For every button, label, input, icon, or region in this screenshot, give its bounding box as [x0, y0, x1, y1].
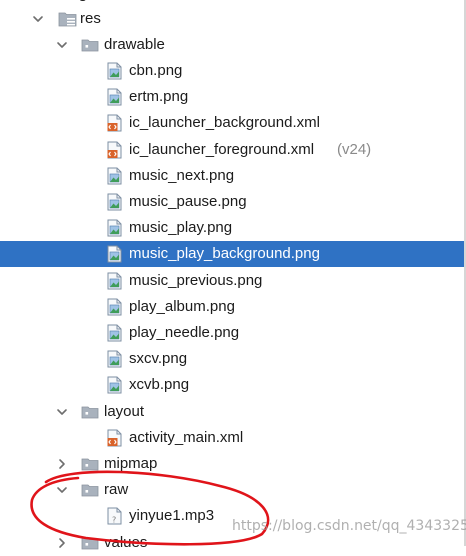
image-file-icon [107, 376, 122, 394]
tree-folder-mipmap[interactable]: mipmap [0, 451, 464, 477]
tree-file-item[interactable]: xcvb.png [0, 372, 464, 398]
file-label: music_previous.png [129, 271, 263, 289]
image-file-icon [107, 298, 122, 316]
chevron-down-icon[interactable] [56, 39, 68, 51]
tree-file-item[interactable]: play_needle.png [0, 320, 464, 346]
folder-label: res [80, 9, 101, 27]
tree-file-item[interactable]: ic_launcher_foreground.xml (v24) [0, 137, 464, 163]
file-label: music_play_background.png [129, 245, 320, 263]
tree-file-item[interactable]: ic_launcher_background.xml [0, 110, 464, 136]
tree-file-item[interactable]: ertm.png [0, 84, 464, 110]
file-label: music_next.png [129, 166, 235, 184]
image-file-icon [107, 88, 122, 106]
image-file-icon [107, 245, 122, 263]
svg-text:?: ? [112, 516, 116, 525]
chevron-right-icon[interactable] [56, 458, 68, 470]
file-label: ic_launcher_background.xml [129, 114, 320, 132]
xml-file-icon [107, 114, 122, 132]
folder-label: mipmap [104, 454, 158, 472]
tree-file-item[interactable]: activity_main.xml [0, 425, 464, 451]
watermark: https://blog.csdn.net/qq_43433255 [232, 518, 466, 534]
file-label: play_needle.png [129, 323, 240, 341]
tree-folder-layout[interactable]: layout [0, 399, 464, 425]
tree-file-item[interactable]: music_play.png [0, 215, 464, 241]
unknown-file-icon: ? [107, 507, 122, 525]
file-label: music_play.png [129, 219, 233, 237]
folder-icon [81, 405, 99, 419]
chevron-right-icon[interactable] [56, 537, 68, 549]
tree-file-item[interactable]: music_next.png [0, 163, 464, 189]
file-label: ertm.png [129, 88, 189, 106]
tree-file-item[interactable]: music_previous.png [0, 268, 464, 294]
folder-label: raw [104, 481, 129, 499]
tree-folder-res[interactable]: res [0, 6, 464, 32]
tree-file-item[interactable]: music_pause.png [0, 189, 464, 215]
chevron-down-icon[interactable] [56, 406, 68, 418]
file-label: music_pause.png [129, 192, 247, 210]
clipped-tree-item: s [79, 0, 87, 5]
folder-icon [81, 457, 99, 471]
file-label: sxcv.png [129, 350, 188, 368]
tree-file-item[interactable]: sxcv.png [0, 346, 464, 372]
image-file-icon [107, 272, 122, 290]
file-label: cbn.png [129, 61, 183, 79]
folder-icon [81, 38, 99, 52]
file-label: activity_main.xml [129, 428, 244, 446]
image-file-icon [107, 62, 122, 80]
image-file-icon [107, 219, 122, 237]
xml-file-icon [107, 429, 122, 447]
image-file-icon [107, 167, 122, 185]
tree-file-item[interactable]: cbn.png [0, 58, 464, 84]
folder-icon [81, 483, 99, 497]
chevron-down-icon[interactable] [56, 484, 68, 496]
tree-file-item[interactable]: play_album.png [0, 294, 464, 320]
file-label: xcvb.png [129, 376, 190, 394]
folder-label: values [104, 533, 148, 551]
image-file-icon [107, 324, 122, 342]
file-label: yinyue1.mp3 [129, 507, 215, 525]
folder-label: layout [104, 402, 145, 420]
file-label: play_album.png [129, 297, 235, 315]
resource-folder-icon [58, 11, 77, 26]
qualifier-hint: (v24) [337, 140, 372, 158]
image-file-icon [107, 193, 122, 211]
tree-file-item[interactable]: music_play_background.png [0, 241, 464, 268]
image-file-icon [107, 350, 122, 368]
xml-file-icon [107, 141, 122, 159]
folder-icon [81, 536, 99, 550]
tree-folder-raw[interactable]: raw [0, 477, 464, 503]
tree-folder-drawable[interactable]: drawable [0, 32, 464, 58]
file-label: ic_launcher_foreground.xml [129, 140, 315, 158]
chevron-down-icon[interactable] [32, 13, 44, 25]
folder-label: drawable [104, 35, 165, 53]
